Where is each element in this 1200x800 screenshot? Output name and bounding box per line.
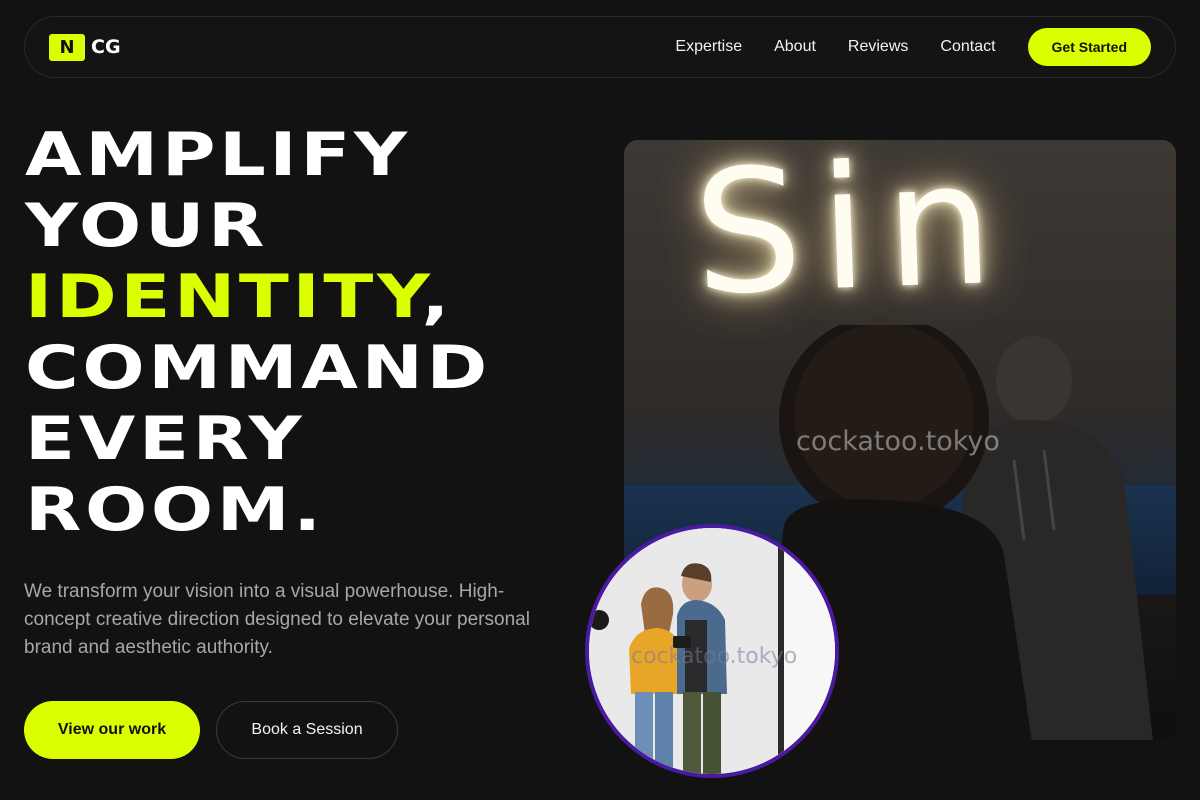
nav-link-contact[interactable]: Contact <box>940 38 995 56</box>
headline-line-1: AMPLIFY <box>25 120 411 190</box>
nav-links: Expertise About Reviews Contact Get Star… <box>675 28 1151 66</box>
nav-link-expertise[interactable]: Expertise <box>675 38 742 56</box>
headline-line-2: YOUR <box>25 191 269 261</box>
headline-line-4: COMMAND <box>25 333 491 403</box>
view-our-work-button[interactable]: View our work <box>24 701 200 759</box>
book-session-button[interactable]: Book a Session <box>216 701 398 759</box>
logo[interactable]: N CG <box>49 33 121 61</box>
logo-mark: N <box>49 33 85 61</box>
logo-text: CG <box>91 36 121 58</box>
headline-line-5: EVERY <box>25 404 306 474</box>
headline-comma: , <box>421 262 454 332</box>
nav-link-about[interactable]: About <box>774 38 816 56</box>
landing-page: N CG Expertise About Reviews Contact Get… <box>0 0 1200 800</box>
get-started-button[interactable]: Get Started <box>1027 28 1151 66</box>
hero-subtext: We transform your vision into a visual p… <box>24 581 530 658</box>
inset-watermark: cockatoo.tokyo <box>631 644 798 669</box>
navbar: N CG Expertise About Reviews Contact Get… <box>24 16 1176 78</box>
nav-link-reviews[interactable]: Reviews <box>848 38 908 56</box>
headline-line-3: IDENTITY, <box>25 262 491 333</box>
hero-headline: AMPLIFY YOUR IDENTITY, COMMAND EVERY ROO… <box>25 120 491 546</box>
headline-accent: IDENTITY <box>25 262 422 332</box>
inset-photo: cockatoo.tokyo <box>585 524 839 778</box>
headline-line-6: ROOM. <box>25 475 325 545</box>
neon-sign: Sin <box>690 140 1015 334</box>
image-watermark: cockatoo.tokyo <box>796 426 1000 457</box>
